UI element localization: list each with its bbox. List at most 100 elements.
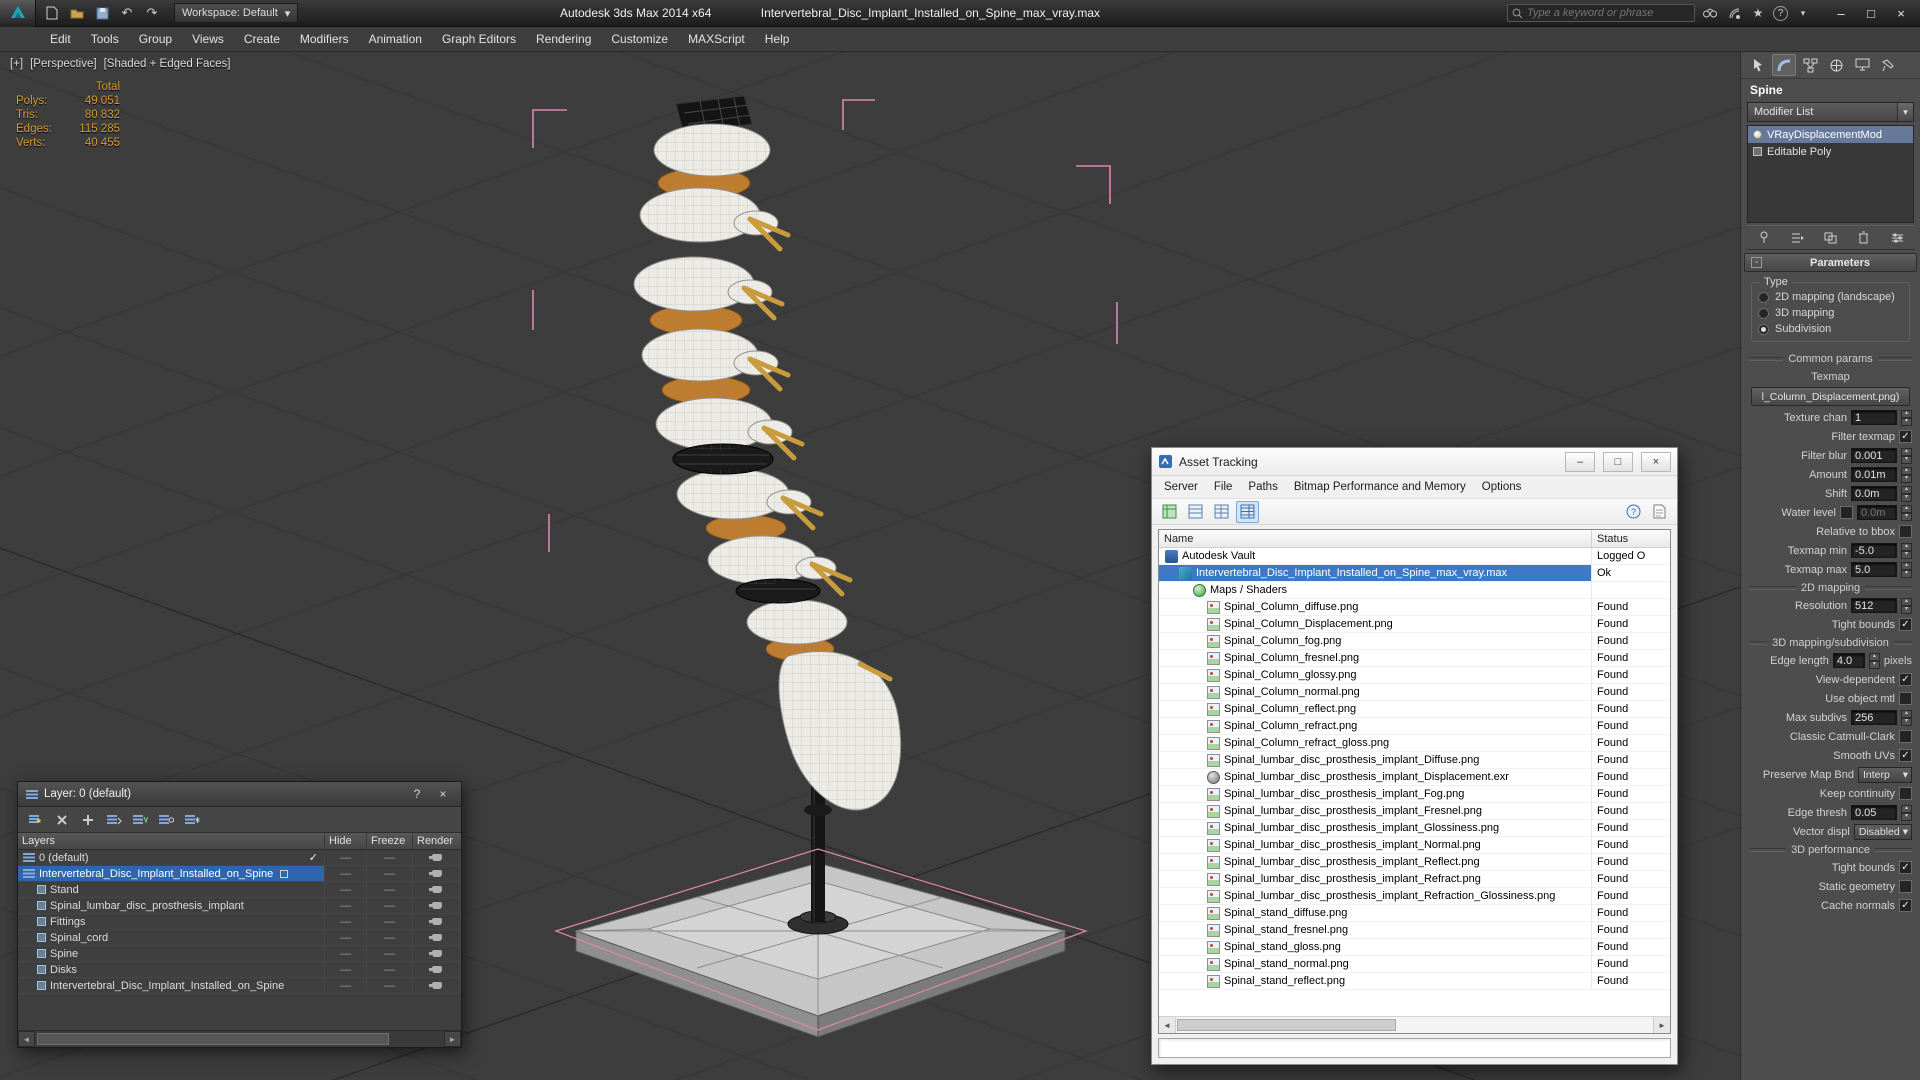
tab-utilities[interactable] bbox=[1876, 54, 1900, 76]
asset-row[interactable]: Spinal_Column_fog.png Found bbox=[1159, 633, 1670, 650]
radio-subdivision[interactable]: Subdivision bbox=[1758, 321, 1903, 337]
render-cell[interactable] bbox=[413, 962, 461, 977]
checkbox[interactable] bbox=[1899, 730, 1912, 743]
layer-row[interactable]: Spinal_lumbar_disc_prosthesis_implant — — bbox=[18, 898, 461, 914]
tab-modify[interactable] bbox=[1772, 54, 1796, 76]
redo-button[interactable]: ↷ bbox=[140, 2, 164, 24]
freeze-cell[interactable]: — bbox=[367, 882, 413, 897]
modifier-editable-poly[interactable]: Editable Poly bbox=[1748, 143, 1913, 160]
maximize-button[interactable]: □ bbox=[1856, 2, 1886, 24]
tab-hierarchy[interactable] bbox=[1798, 54, 1822, 76]
layer-row[interactable]: Disks — — bbox=[18, 962, 461, 978]
tab-create[interactable] bbox=[1746, 54, 1770, 76]
param-dropdown[interactable]: Disabled ▾ bbox=[1853, 823, 1912, 840]
hide-layer-button[interactable] bbox=[155, 810, 176, 829]
asset-row[interactable]: Spinal_Column_fresnel.png Found bbox=[1159, 650, 1670, 667]
value-field[interactable]: 0.05 bbox=[1851, 805, 1897, 820]
spin-down-icon[interactable]: ▾ bbox=[1901, 812, 1912, 821]
scroll-thumb[interactable] bbox=[1177, 1019, 1397, 1031]
menu-create[interactable]: Create bbox=[234, 27, 290, 51]
layer-row[interactable]: Spine — — bbox=[18, 946, 461, 962]
save-file-button[interactable] bbox=[90, 2, 114, 24]
remove-modifier-button[interactable] bbox=[1853, 228, 1875, 247]
checkbox[interactable] bbox=[1899, 787, 1912, 800]
checkbox[interactable] bbox=[1899, 525, 1912, 538]
refresh-status-button[interactable] bbox=[1158, 501, 1181, 523]
value-field[interactable]: 0.01m bbox=[1851, 467, 1897, 482]
render-cell[interactable] bbox=[413, 898, 461, 913]
value-field[interactable]: -5.0 bbox=[1851, 543, 1897, 558]
new-file-button[interactable] bbox=[40, 2, 64, 24]
asset-row[interactable]: Spinal_Column_normal.png Found bbox=[1159, 684, 1670, 701]
asset-row[interactable]: Spinal_lumbar_disc_prosthesis_implant_Re… bbox=[1159, 854, 1670, 871]
param-dropdown[interactable]: Interp ▾ bbox=[1858, 766, 1912, 783]
spin-down-icon[interactable]: ▾ bbox=[1901, 717, 1912, 726]
asset-row[interactable]: Spinal_lumbar_disc_prosthesis_implant_Fo… bbox=[1159, 786, 1670, 803]
spinner[interactable]: ▴ ▾ bbox=[1901, 409, 1912, 426]
spin-down-icon[interactable]: ▾ bbox=[1901, 455, 1912, 464]
object-name[interactable]: Spine bbox=[1741, 79, 1920, 101]
menu-customize[interactable]: Customize bbox=[601, 27, 678, 51]
spin-down-icon[interactable]: ▾ bbox=[1901, 605, 1912, 614]
value-field[interactable]: 512 bbox=[1851, 598, 1897, 613]
checkbox[interactable]: ✓ bbox=[1899, 749, 1912, 762]
hide-cell[interactable]: — bbox=[325, 930, 367, 945]
asset-row[interactable]: Spinal_Column_reflect.png Found bbox=[1159, 701, 1670, 718]
spin-down-icon[interactable]: ▾ bbox=[1901, 417, 1912, 426]
checkbox[interactable]: ✓ bbox=[1899, 861, 1912, 874]
asset-help-button[interactable]: ? bbox=[1622, 501, 1645, 523]
close-button[interactable]: × bbox=[1886, 2, 1916, 24]
menu-rendering[interactable]: Rendering bbox=[526, 27, 601, 51]
asset-horizontal-scrollbar[interactable]: ◄ ► bbox=[1159, 1016, 1670, 1033]
viewport-menu-general[interactable]: [+] bbox=[10, 58, 23, 70]
scroll-track[interactable] bbox=[35, 1031, 444, 1047]
view-table-button[interactable] bbox=[1184, 501, 1207, 523]
hide-cell[interactable]: — bbox=[325, 946, 367, 961]
spinner[interactable]: ▴ ▾ bbox=[1901, 804, 1912, 821]
spin-down-icon[interactable]: ▾ bbox=[1901, 493, 1912, 502]
search-go-icon[interactable] bbox=[1701, 4, 1719, 22]
asset-menu-options[interactable]: Options bbox=[1474, 479, 1530, 495]
spin-down-icon[interactable]: ▾ bbox=[1868, 660, 1880, 669]
layer-row[interactable]: 0 (default) ✓ — — bbox=[18, 850, 461, 866]
spin-down-icon[interactable]: ▾ bbox=[1901, 512, 1912, 521]
freeze-cell[interactable]: — bbox=[367, 898, 413, 913]
scroll-right-icon[interactable]: ► bbox=[1653, 1017, 1670, 1033]
column-name[interactable]: Name bbox=[1159, 530, 1592, 547]
render-cell[interactable] bbox=[413, 882, 461, 897]
hide-cell[interactable]: — bbox=[325, 850, 367, 865]
checkbox[interactable]: ✓ bbox=[1899, 430, 1912, 443]
layer-row[interactable]: Fittings — — bbox=[18, 914, 461, 930]
asset-row[interactable]: Spinal_stand_normal.png Found bbox=[1159, 956, 1670, 973]
freeze-cell[interactable]: — bbox=[367, 850, 413, 865]
render-cell[interactable] bbox=[413, 850, 461, 865]
asset-info-button[interactable] bbox=[1648, 501, 1671, 523]
asset-row[interactable]: Spinal_lumbar_disc_prosthesis_implant_Fr… bbox=[1159, 803, 1670, 820]
scroll-left-icon[interactable]: ◄ bbox=[1159, 1017, 1176, 1033]
checkbox[interactable] bbox=[1840, 506, 1853, 519]
asset-row[interactable]: Spinal_stand_fresnel.png Found bbox=[1159, 922, 1670, 939]
asset-row[interactable]: Spinal_Column_diffuse.png Found bbox=[1159, 599, 1670, 616]
hide-cell[interactable]: — bbox=[325, 898, 367, 913]
asset-minimize-button[interactable]: – bbox=[1565, 451, 1595, 472]
asset-row[interactable]: Spinal_stand_gloss.png Found bbox=[1159, 939, 1670, 956]
checkbox[interactable]: ✓ bbox=[1899, 899, 1912, 912]
layer-row[interactable]: Intervertebral_Disc_Implant_Installed_on… bbox=[18, 866, 461, 882]
menu-tools[interactable]: Tools bbox=[81, 27, 129, 51]
hide-cell[interactable]: — bbox=[325, 914, 367, 929]
radio-2d-mapping-landscape[interactable]: 2D mapping (landscape) bbox=[1758, 289, 1903, 305]
pin-stack-button[interactable] bbox=[1753, 228, 1775, 247]
render-cell[interactable] bbox=[413, 946, 461, 961]
spin-up-icon[interactable]: ▴ bbox=[1901, 447, 1912, 456]
modifier-vraydisplacementmod[interactable]: VRayDisplacementMod bbox=[1748, 126, 1913, 143]
column-layers[interactable]: Layers bbox=[18, 833, 325, 849]
menu-views[interactable]: Views bbox=[182, 27, 234, 51]
column-status[interactable]: Status bbox=[1592, 530, 1670, 547]
select-layer-objects-button[interactable] bbox=[103, 810, 124, 829]
scroll-track[interactable] bbox=[1176, 1017, 1653, 1033]
column-freeze[interactable]: Freeze bbox=[367, 833, 413, 849]
spin-up-icon[interactable]: ▴ bbox=[1901, 561, 1912, 570]
make-unique-button[interactable] bbox=[1820, 228, 1842, 247]
spin-up-icon[interactable]: ▴ bbox=[1901, 709, 1912, 718]
tab-motion[interactable] bbox=[1824, 54, 1848, 76]
